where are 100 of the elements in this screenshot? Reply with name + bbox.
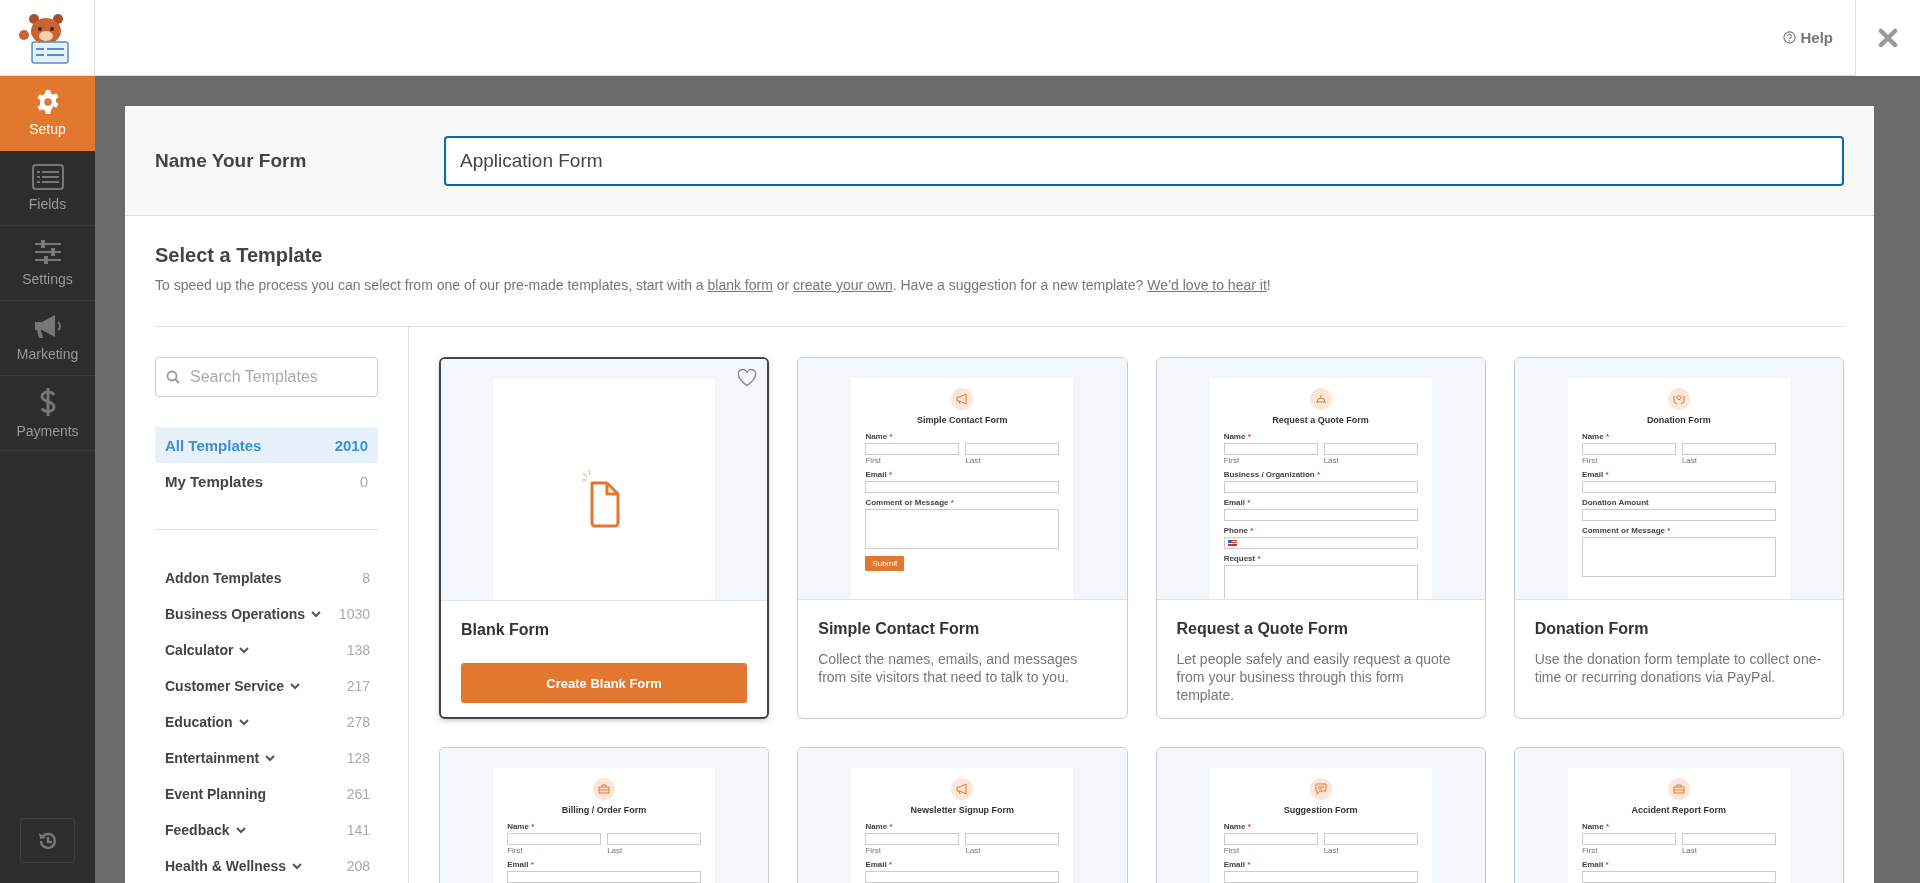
intro-link[interactable]: We’d love to hear it: [1147, 277, 1267, 293]
category-count: 1030: [338, 606, 370, 622]
preview-field-label: Email *: [1223, 498, 1252, 507]
category-count: 217: [346, 678, 370, 694]
category-item[interactable]: Health & Wellness 208: [155, 848, 378, 883]
chevron-down-icon: [238, 718, 249, 726]
template-card[interactable]: Blank Form Create Blank Form: [439, 357, 770, 719]
category-item[interactable]: Event Planning 261: [155, 776, 378, 812]
search-icon: [166, 370, 180, 384]
template-card[interactable]: Accident Report Form Name * First Last Email *: [1513, 747, 1844, 883]
heart-icon[interactable]: [737, 369, 758, 387]
preview-sublabel: First: [1581, 456, 1599, 465]
chevron-down-icon: [239, 646, 250, 654]
category-count: 261: [346, 786, 370, 802]
template-card[interactable]: Donation Form Name * First Last Email * Donation Amount Comment or Message * Donation Form Use the donation form template to collect one-time or recurring donations via PayPal.: [1513, 357, 1844, 719]
category-label: Entertainment: [165, 750, 260, 766]
chevron-down-icon: [265, 754, 276, 762]
category-count: 208: [346, 858, 370, 874]
preview-field-label: Comment or Message *: [1581, 526, 1672, 535]
preview-field-label: Phone *: [1223, 526, 1255, 535]
preview-field-label: Donation Amount: [1581, 498, 1650, 507]
preview-field-label: Email *: [865, 470, 894, 479]
category-item[interactable]: Feedback 141: [155, 812, 378, 848]
preview-title: Accident Report Form: [1630, 805, 1728, 815]
card-description: Use the donation form template to collect one-time or recurring donations via PayPal.: [1534, 650, 1823, 686]
card-title: Blank Form: [461, 621, 550, 639]
preview-field-label: Email *: [865, 860, 894, 869]
chevron-down-icon: [235, 826, 246, 834]
preview-field-label: Email *: [507, 860, 535, 869]
preview-emblem-icon: [1309, 778, 1332, 800]
preview-title: Donation Form: [1645, 415, 1712, 425]
help-link[interactable]: Help: [1783, 29, 1833, 46]
category-item[interactable]: Entertainment 128: [155, 740, 378, 776]
preview-sublabel: First: [865, 846, 882, 855]
preview-field-label: Request *: [1223, 554, 1262, 563]
category-label: Addon Templates: [165, 570, 282, 586]
intro-link[interactable]: create your own: [793, 277, 893, 293]
preview-field-label: Name *: [865, 822, 894, 831]
intro-text: To speed up the process you can select from one of our pre-made templates, start with a blank form or create your own. Have a suggestion for a new template? We’d love to hear it!: [155, 277, 1844, 327]
preview-field-label: Comment or Message *: [865, 498, 955, 507]
category-item[interactable]: Education 278: [155, 704, 378, 740]
category-count: 278: [346, 714, 370, 730]
filter-label: My Templates: [165, 472, 264, 490]
category-item[interactable]: Customer Service 217: [155, 668, 378, 704]
filter-count: 0: [359, 472, 368, 490]
search-field[interactable]: Search Templates: [155, 357, 378, 397]
section-title: Select a Template: [155, 244, 324, 267]
chevron-down-icon: [292, 862, 303, 870]
preview-submit-button: Submit: [865, 556, 905, 571]
category-count: 138: [346, 642, 370, 658]
category-label: Calculator: [165, 642, 234, 658]
preview-sublabel: Last: [1323, 456, 1340, 465]
preview-sublabel: Last: [965, 456, 982, 465]
preview-sublabel: First: [1581, 846, 1599, 855]
card-description: Let people safely and easily request a quote from your business through this form template.: [1176, 650, 1452, 704]
preview-field-label: Name *: [1581, 432, 1610, 441]
category-item[interactable]: Addon Templates 8: [155, 560, 378, 596]
category-item[interactable]: Business Operations 1030: [155, 596, 378, 632]
history-button[interactable]: [20, 818, 75, 863]
preview-title: Simple Contact Form: [916, 415, 1009, 425]
preview-field-label: Email *: [1223, 860, 1252, 869]
preview-field-label: Email *: [1581, 470, 1610, 479]
template-card[interactable]: Newsletter Signup Form Name * First Last Email *: [797, 747, 1128, 883]
preview-title: Billing / Order Form: [560, 805, 648, 815]
megaphone-icon: [32, 314, 63, 340]
category-label: Customer Service: [165, 678, 285, 694]
filter-count: 2010: [334, 436, 368, 454]
template-card[interactable]: Suggestion Form Name * First Last Email *: [1155, 747, 1486, 883]
template-card[interactable]: [1155, 357, 1486, 719]
chevron-down-icon: [311, 610, 322, 618]
preview-sublabel: First: [507, 846, 524, 855]
close-button[interactable]: [1855, 0, 1920, 76]
preview-emblem-icon: [1667, 388, 1690, 410]
form-name-input[interactable]: Application Form: [444, 135, 1844, 186]
form-list-icon: [31, 164, 64, 190]
preview-emblem-icon: [593, 778, 616, 800]
template-card[interactable]: Billing / Order Form Name * First Last Email *: [439, 747, 770, 883]
category-item[interactable]: Calculator 138: [155, 632, 378, 668]
preview-title: Suggestion Form: [1282, 805, 1359, 815]
template-filter[interactable]: My Templates 0: [155, 463, 378, 499]
form-name-label: Name Your Form: [155, 149, 308, 172]
preview-field-label: Name *: [507, 822, 536, 831]
intro-link[interactable]: blank form: [707, 277, 773, 293]
category-label: Business Operations: [165, 606, 306, 622]
preview-sublabel: Last: [607, 846, 624, 855]
preview-emblem-icon: [1309, 388, 1332, 410]
preview-field-label: Email *: [1581, 860, 1610, 869]
preview-sublabel: Last: [965, 846, 982, 855]
card-title: Request a Quote Form: [1176, 620, 1350, 638]
category-count: 141: [346, 822, 370, 838]
template-card[interactable]: Simple Contact Form Name * First Last Email * Comment or Message * Submit Simple Contact Form Collect the names, emails, and messages from site visitors that need to talk to you.: [797, 357, 1128, 719]
preview-field-label: Name *: [865, 432, 894, 441]
category-label: Health & Wellness: [165, 858, 287, 874]
filter-label: All Templates: [165, 436, 262, 454]
preview-field-label: Name *: [1223, 822, 1252, 831]
card-description: Collect the names, emails, and messages from site visitors that need to talk to you.: [818, 650, 1079, 686]
preview-title: Newsletter Signup Form: [909, 805, 1016, 815]
preview-sublabel: Last: [1681, 456, 1698, 465]
preview-field-label: Name *: [1223, 432, 1252, 441]
help-icon: [1783, 31, 1797, 44]
